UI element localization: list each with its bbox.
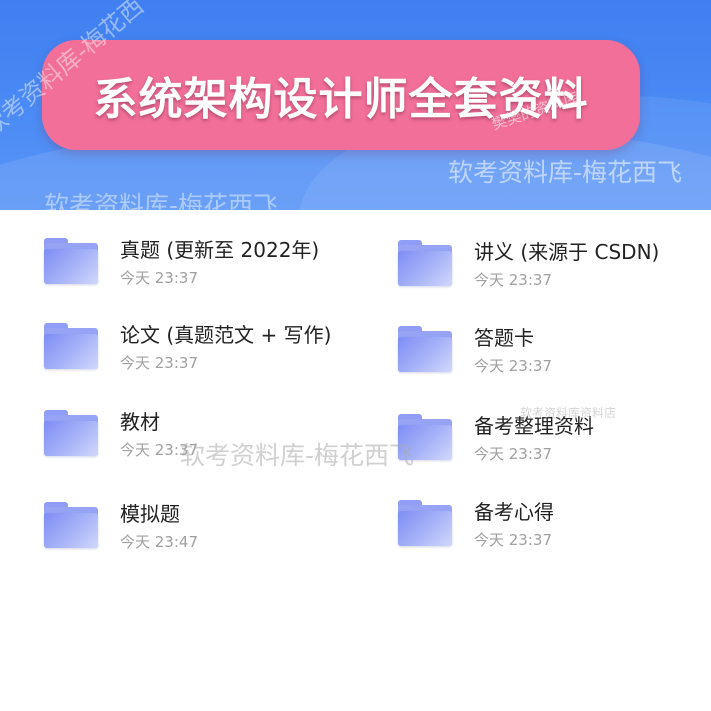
folder-name: 答题卡 bbox=[474, 326, 534, 350]
folder-time: 今天 23:37 bbox=[474, 445, 552, 463]
folder-icon bbox=[44, 323, 98, 369]
folder-time: 今天 23:47 bbox=[120, 533, 198, 551]
folder-name: 论文 (真题范文 + 写作) bbox=[120, 323, 332, 347]
folder-icon bbox=[398, 414, 452, 460]
folder-icon bbox=[44, 502, 98, 548]
folder-time: 今天 23:37 bbox=[474, 357, 552, 375]
header-banner: 系统架构设计师全套资料 bbox=[0, 0, 711, 210]
folder-icon bbox=[398, 240, 452, 286]
folder-item[interactable]: 论文 (真题范文 + 写作) 今天 23:37 bbox=[44, 319, 364, 379]
folder-icon bbox=[398, 500, 452, 546]
page: 系统架构设计师全套资料 软考资料库-梅花西飞 樊樊的资料库 软考资料库-梅花西飞… bbox=[0, 0, 711, 711]
folder-name: 备考心得 bbox=[474, 500, 554, 524]
folder-time: 今天 23:37 bbox=[474, 531, 552, 549]
page-title: 系统架构设计师全套资料 bbox=[93, 74, 589, 125]
folder-time: 今天 23:37 bbox=[120, 269, 198, 287]
folder-icon bbox=[44, 410, 98, 456]
folder-item[interactable]: 讲义 (来源于 CSDN) 今天 23:37 bbox=[398, 236, 711, 296]
folder-item[interactable]: 模拟题 今天 23:47 bbox=[44, 498, 364, 558]
folder-item[interactable]: 真题 (更新至 2022年) 今天 23:37 bbox=[44, 234, 364, 294]
folder-name: 讲义 (来源于 CSDN) bbox=[474, 240, 660, 264]
folder-item[interactable]: 答题卡 今天 23:37 bbox=[398, 322, 711, 382]
folder-name: 备考整理资料 bbox=[474, 414, 594, 438]
folder-icon bbox=[398, 326, 452, 372]
folder-icon bbox=[44, 238, 98, 284]
folder-time: 今天 23:37 bbox=[474, 271, 552, 289]
title-banner: 系统架构设计师全套资料 bbox=[42, 40, 640, 150]
folder-item[interactable]: 备考心得 今天 23:37 bbox=[398, 496, 711, 556]
folder-time: 今天 23:37 bbox=[120, 354, 198, 372]
folder-name: 模拟题 bbox=[120, 502, 180, 526]
folder-item[interactable]: 备考整理资料 今天 23:37 bbox=[398, 410, 711, 470]
folder-name: 真题 (更新至 2022年) bbox=[120, 238, 320, 262]
folder-time: 今天 23:37 bbox=[120, 441, 198, 459]
folder-item[interactable]: 教材 今天 23:37 bbox=[44, 406, 364, 466]
folder-name: 教材 bbox=[120, 410, 160, 434]
